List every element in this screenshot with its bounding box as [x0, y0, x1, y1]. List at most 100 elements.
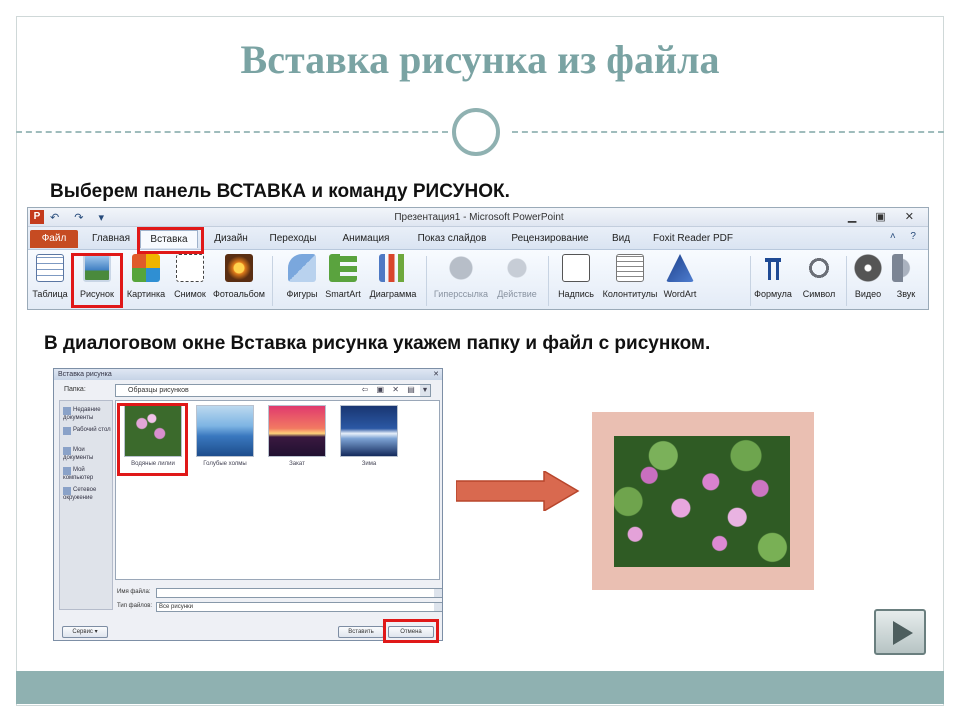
thumbnail-winter[interactable]: [340, 405, 398, 457]
omega-symbol-icon: [805, 254, 833, 282]
cmd-label: Таблица: [32, 289, 68, 299]
recent-docs-icon: [63, 407, 71, 415]
cmd-chart[interactable]: Диаграмма: [366, 254, 420, 306]
next-slide-icon: [893, 621, 913, 645]
tab-view[interactable]: Вид: [604, 230, 638, 248]
wordart-icon: [666, 254, 694, 282]
filename-row: Имя файла:: [117, 588, 442, 598]
chevron-down-icon[interactable]: [434, 589, 442, 597]
lookin-label: Папка:: [64, 386, 86, 393]
shapes-icon: [288, 254, 316, 282]
highlight-picture-command: [71, 253, 123, 308]
thumbnail-blue-hills[interactable]: [196, 405, 254, 457]
cmd-symbol[interactable]: Символ: [798, 254, 840, 306]
place-my-documents[interactable]: Мои документы: [63, 447, 112, 462]
place-recent[interactable]: Недавние документы: [63, 407, 112, 422]
file-caption: Зима: [361, 461, 377, 467]
ribbon-screenshot: P ↶ ↷ ▾ Презентация1 - Microsoft PowerPo…: [27, 207, 929, 310]
tab-animations[interactable]: Анимация: [332, 230, 400, 248]
thumbnail-sunset[interactable]: [268, 405, 326, 457]
cmd-header-footer[interactable]: Колонтитулы: [600, 254, 660, 306]
tab-review[interactable]: Рецензирование: [504, 230, 596, 248]
instruction-2: В диалоговом окне Вставка рисунка укажем…: [44, 333, 711, 354]
network-icon: [63, 487, 71, 495]
place-label: Рабочий стол: [73, 427, 111, 433]
instruction-1: Выберем панель ВСТАВКА и команду РИСУНОК…: [50, 181, 510, 202]
cmd-action[interactable]: Действие: [492, 254, 542, 306]
group-separator: [426, 256, 427, 306]
window-controls[interactable]: ▁ ▣ ✕: [848, 210, 922, 223]
cmd-photo-album[interactable]: Фотоальбом: [212, 254, 266, 306]
place-my-computer[interactable]: Мой компьютер: [63, 467, 112, 482]
slide-footer-bar: [16, 671, 944, 704]
group-separator: [548, 256, 549, 306]
result-picture-frame: [592, 412, 814, 590]
cmd-screenshot[interactable]: Снимок: [170, 254, 210, 306]
water-lilies-picture[interactable]: [614, 436, 790, 567]
cmd-label: Надпись: [558, 289, 594, 299]
pi-equation-icon: [759, 254, 787, 282]
photo-album-icon: [225, 254, 253, 282]
group-separator: [846, 256, 847, 306]
cmd-label: Снимок: [174, 289, 206, 299]
cmd-audio[interactable]: Звук: [888, 254, 924, 306]
ring-ornament-icon: [452, 108, 500, 156]
tab-transitions[interactable]: Переходы: [262, 230, 324, 248]
title-divider-left: [16, 131, 448, 133]
cmd-clipart[interactable]: Картинка: [124, 254, 168, 306]
cmd-label: WordArt: [663, 289, 697, 299]
file-caption: Закат: [289, 461, 305, 467]
window-titlebar: P ↶ ↷ ▾ Презентация1 - Microsoft PowerPo…: [28, 208, 928, 227]
next-slide-button[interactable]: [874, 609, 926, 655]
textbox-icon: [562, 254, 590, 282]
smartart-icon: [329, 254, 357, 282]
insert-button[interactable]: Вставить: [338, 626, 384, 638]
arrow-shape: [456, 471, 580, 511]
tab-file[interactable]: Файл: [30, 230, 78, 248]
folder-icon: [63, 447, 71, 455]
ribbon-help-controls[interactable]: ˄ ?: [890, 231, 922, 242]
tab-design[interactable]: Дизайн: [202, 230, 260, 248]
cmd-smartart[interactable]: SmartArt: [322, 254, 364, 306]
insert-picture-dialog: Вставка рисунка ✕ Папка: Образцы рисунко…: [53, 368, 443, 641]
highlight-selected-file: [117, 403, 188, 476]
filetype-select[interactable]: Все рисунки: [156, 602, 442, 612]
cmd-label: Гиперссылка: [433, 289, 489, 299]
tools-button[interactable]: Сервис ▾: [62, 626, 108, 638]
dialog-toolbar[interactable]: ⇦ ▣ ✕ ▤ ▾: [362, 385, 430, 394]
title-divider-right: [512, 131, 944, 133]
computer-icon: [63, 467, 71, 475]
dialog-close-icon[interactable]: ✕: [433, 369, 439, 380]
tab-home[interactable]: Главная: [82, 230, 140, 248]
chevron-down-icon[interactable]: [434, 603, 442, 611]
cmd-video[interactable]: Видео: [848, 254, 888, 306]
group-separator: [272, 256, 273, 306]
dialog-title: Вставка рисунка ✕: [54, 369, 442, 380]
cmd-wordart[interactable]: WordArt: [660, 254, 700, 306]
cmd-label: Видео: [854, 289, 882, 299]
dialog-lookin-bar: Папка: Образцы рисунков ▾ ⇦ ▣ ✕ ▤ ▾: [54, 381, 442, 399]
cmd-hyperlink[interactable]: Гиперссылка: [432, 254, 490, 306]
tab-slideshow[interactable]: Показ слайдов: [408, 230, 496, 248]
cmd-label: Действие: [497, 289, 537, 299]
action-icon: [503, 254, 531, 282]
cmd-shapes[interactable]: Фигуры: [282, 254, 322, 306]
globe-link-icon: [447, 254, 475, 282]
cmd-textbox[interactable]: Надпись: [552, 254, 600, 306]
filetype-row: Тип файлов: Все рисунки: [117, 602, 442, 612]
place-network[interactable]: Сетевое окружение: [63, 487, 112, 502]
desktop-icon: [63, 427, 71, 435]
cmd-table[interactable]: Таблица: [30, 254, 70, 306]
cmd-label: Фотоальбом: [213, 289, 265, 299]
table-icon: [36, 254, 64, 282]
cmd-label: Символ: [802, 289, 836, 299]
filename-input[interactable]: [156, 588, 442, 598]
place-desktop[interactable]: Рабочий стол: [63, 427, 111, 435]
cmd-label: Колонтитулы: [602, 289, 658, 299]
cmd-label: Фигуры: [286, 289, 318, 299]
clipart-icon: [132, 254, 160, 282]
cmd-label: Картинка: [126, 289, 166, 299]
tab-foxit[interactable]: Foxit Reader PDF: [648, 230, 738, 248]
window-title: Презентация1 - Microsoft PowerPoint: [394, 212, 564, 223]
cmd-equation[interactable]: Формула: [750, 254, 796, 306]
